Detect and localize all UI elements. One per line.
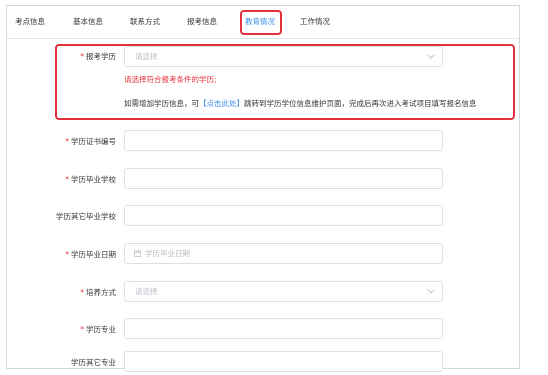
- training-mode-label: * 培养方式: [80, 288, 116, 297]
- required-mark: *: [65, 175, 69, 184]
- major-input[interactable]: [124, 318, 443, 339]
- active-tab-highlight: [240, 10, 282, 35]
- tab-application-info[interactable]: 报考信息: [187, 6, 217, 38]
- required-mark: *: [80, 52, 84, 61]
- form-panel: 考点信息 基本信息 联系方式 报考信息 教育情况 工作情况 * 报考学历 请选择 …: [6, 5, 520, 372]
- education-level-label: * 报考学历: [80, 52, 116, 61]
- other-school-input[interactable]: [124, 205, 443, 226]
- major-label: * 学历专业: [80, 325, 116, 334]
- click-here-link[interactable]: 【点击此处】: [199, 99, 244, 108]
- graduation-school-input[interactable]: [124, 168, 443, 189]
- graduation-school-label: * 学历毕业学校: [65, 175, 116, 184]
- required-mark: *: [65, 137, 69, 146]
- required-mark: *: [80, 288, 84, 297]
- graduation-date-placeholder: 学历毕业日期: [145, 249, 190, 258]
- tab-exam-site[interactable]: 考点信息: [15, 6, 45, 38]
- training-mode-placeholder: 请选择: [135, 287, 158, 296]
- graduation-date-label: * 学历毕业日期: [65, 250, 116, 259]
- education-level-select[interactable]: 请选择: [124, 46, 443, 67]
- required-mark: *: [80, 325, 84, 334]
- info-message: 如需增加学历信息，可【点击此处】跳转到学历学位信息维护页面，完成后再次进入考试项…: [124, 99, 477, 108]
- tab-work[interactable]: 工作情况: [300, 6, 330, 38]
- chevron-down-icon: [427, 289, 435, 294]
- other-school-label: 学历其它毕业学校: [56, 212, 116, 221]
- certificate-number-label: * 学历证书编号: [65, 137, 116, 146]
- chevron-down-icon: [427, 54, 435, 59]
- error-message: 请选择符合报考条件的学历;: [124, 75, 217, 84]
- required-mark: *: [65, 250, 69, 259]
- tab-contact[interactable]: 联系方式: [130, 6, 160, 38]
- tab-bar: 考点信息 基本信息 联系方式 报考信息 教育情况 工作情况: [7, 6, 519, 39]
- education-level-placeholder: 请选择: [135, 52, 158, 61]
- tab-basic-info[interactable]: 基本信息: [73, 6, 103, 38]
- certificate-number-input[interactable]: [124, 130, 443, 151]
- other-major-input[interactable]: [124, 351, 443, 372]
- other-major-label: 学历其它专业: [71, 358, 116, 367]
- calendar-icon: [134, 250, 141, 257]
- training-mode-select[interactable]: 请选择: [124, 281, 443, 302]
- graduation-date-picker[interactable]: 学历毕业日期: [124, 243, 443, 264]
